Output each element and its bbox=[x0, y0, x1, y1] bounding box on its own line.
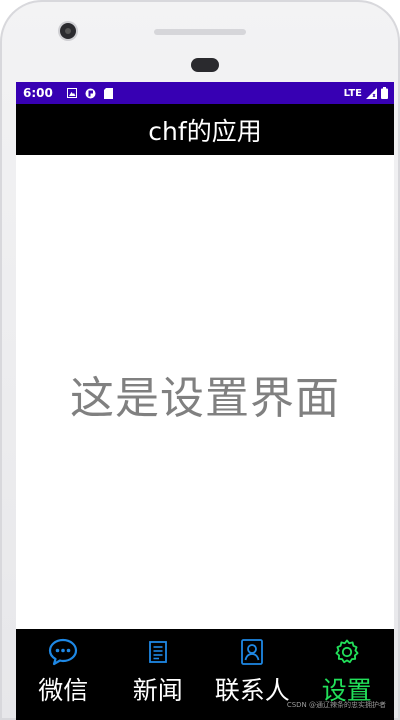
nav-item-contacts[interactable]: 联系人 bbox=[205, 629, 300, 720]
gear-icon bbox=[332, 637, 362, 667]
screen: 6:00 LTE chf的应用 这是设置界面 微信 新闻 联系人 设置 bbox=[16, 82, 394, 720]
device-frame: 6:00 LTE chf的应用 这是设置界面 微信 新闻 联系人 设置 CSDN… bbox=[0, 0, 400, 720]
settings-message: 这是设置界面 bbox=[70, 373, 340, 424]
contact-icon bbox=[237, 637, 267, 667]
front-camera-icon bbox=[60, 23, 76, 39]
network-type: LTE bbox=[343, 87, 362, 99]
app-bar: chf的应用 bbox=[16, 104, 394, 155]
nav-label-contacts: 联系人 bbox=[214, 676, 290, 705]
nav-item-wechat[interactable]: 微信 bbox=[16, 629, 111, 720]
nav-label-wechat: 微信 bbox=[38, 676, 89, 705]
news-icon bbox=[143, 637, 173, 667]
nav-label-news: 新闻 bbox=[132, 676, 183, 705]
content-area: 这是设置界面 bbox=[16, 155, 394, 629]
image-notification-icon bbox=[66, 88, 77, 98]
app-title: chf的应用 bbox=[148, 116, 262, 146]
status-time: 6:00 bbox=[23, 86, 53, 100]
speaker-grille bbox=[191, 58, 219, 72]
earpiece-slit bbox=[154, 29, 246, 35]
chat-icon bbox=[48, 637, 78, 667]
notification-icons bbox=[66, 87, 113, 99]
csdn-watermark: CSDN @通辽辣条的忠实拥护者 bbox=[286, 701, 386, 709]
signal-icon bbox=[366, 87, 377, 99]
battery-icon bbox=[381, 87, 388, 99]
status-right-icons: LTE bbox=[344, 87, 388, 99]
play-notification-icon bbox=[85, 88, 96, 98]
status-bar: 6:00 LTE bbox=[16, 82, 394, 104]
nav-item-news[interactable]: 新闻 bbox=[111, 629, 206, 720]
sdcard-notification-icon bbox=[103, 87, 113, 99]
